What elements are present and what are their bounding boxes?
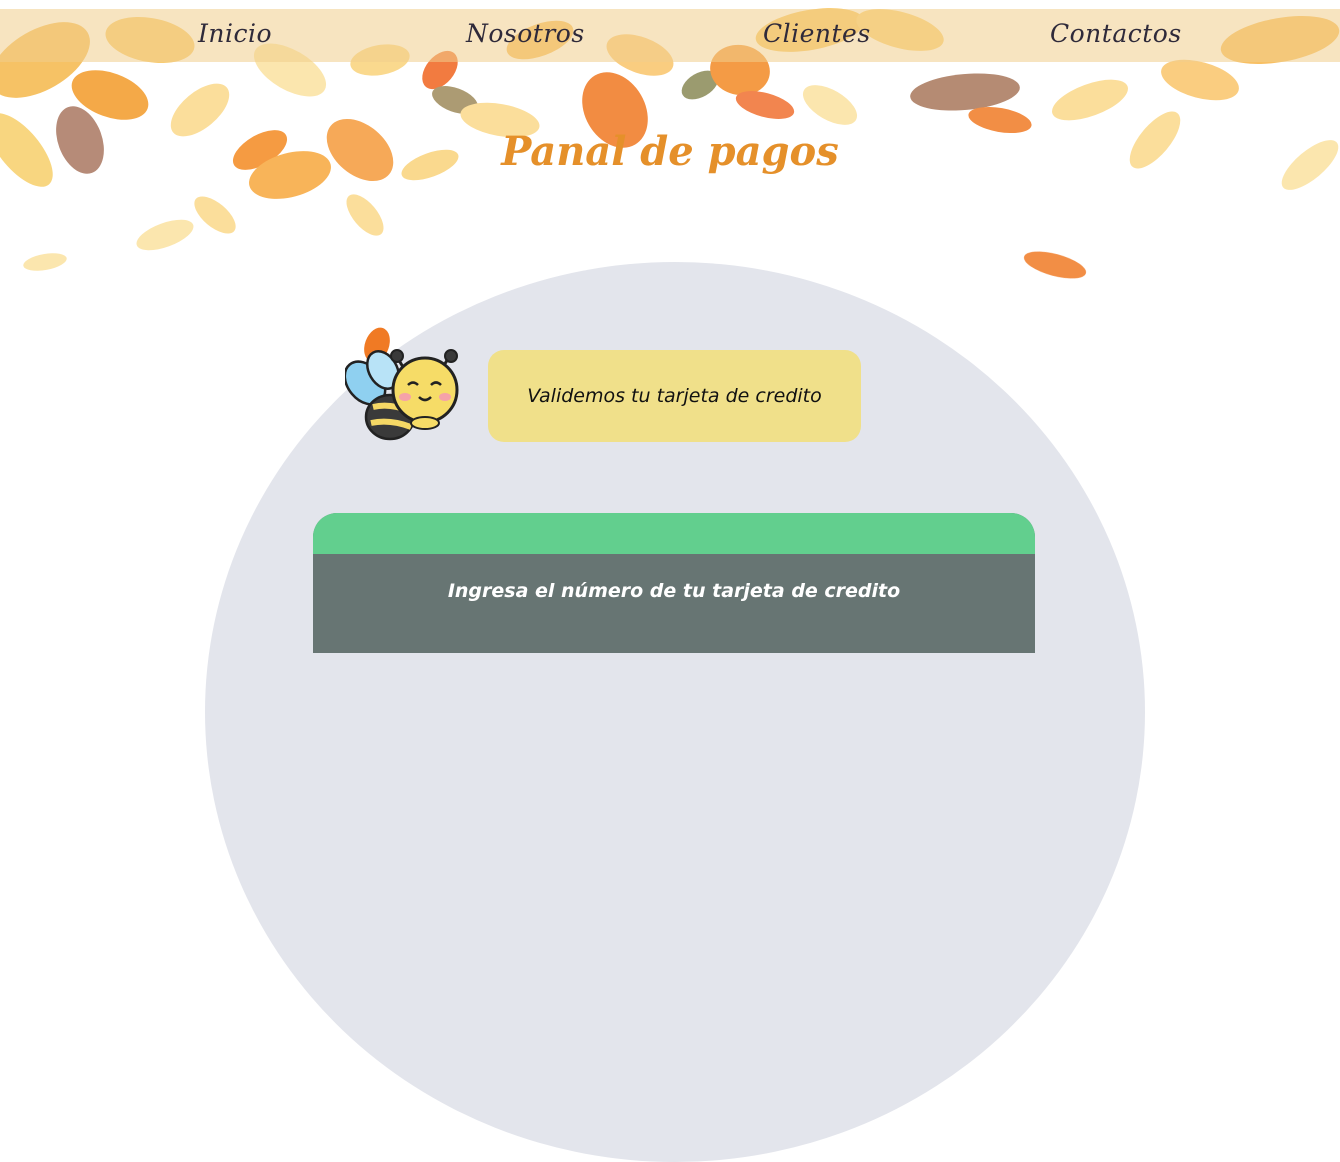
main-nav: Inicio Nosotros Clientes Contactos: [0, 9, 1340, 62]
speech-bubble: Validemos tu tarjeta de credito: [488, 350, 861, 442]
nav-link-contactos[interactable]: Contactos: [1050, 19, 1182, 48]
nav-link-clientes[interactable]: Clientes: [763, 19, 871, 48]
bee-icon: [345, 327, 459, 441]
nav-link-inicio[interactable]: Inicio: [198, 19, 272, 48]
card-panel-header: [313, 513, 1035, 554]
speech-bubble-text: Validemos tu tarjeta de credito: [527, 385, 822, 407]
card-number-label: Ingresa el número de tu tarjeta de credi…: [447, 580, 901, 602]
page-title: Panal de pagos: [501, 128, 839, 175]
card-number-panel: Ingresa el número de tu tarjeta de credi…: [313, 513, 1035, 653]
nav-link-nosotros[interactable]: Nosotros: [466, 19, 585, 48]
